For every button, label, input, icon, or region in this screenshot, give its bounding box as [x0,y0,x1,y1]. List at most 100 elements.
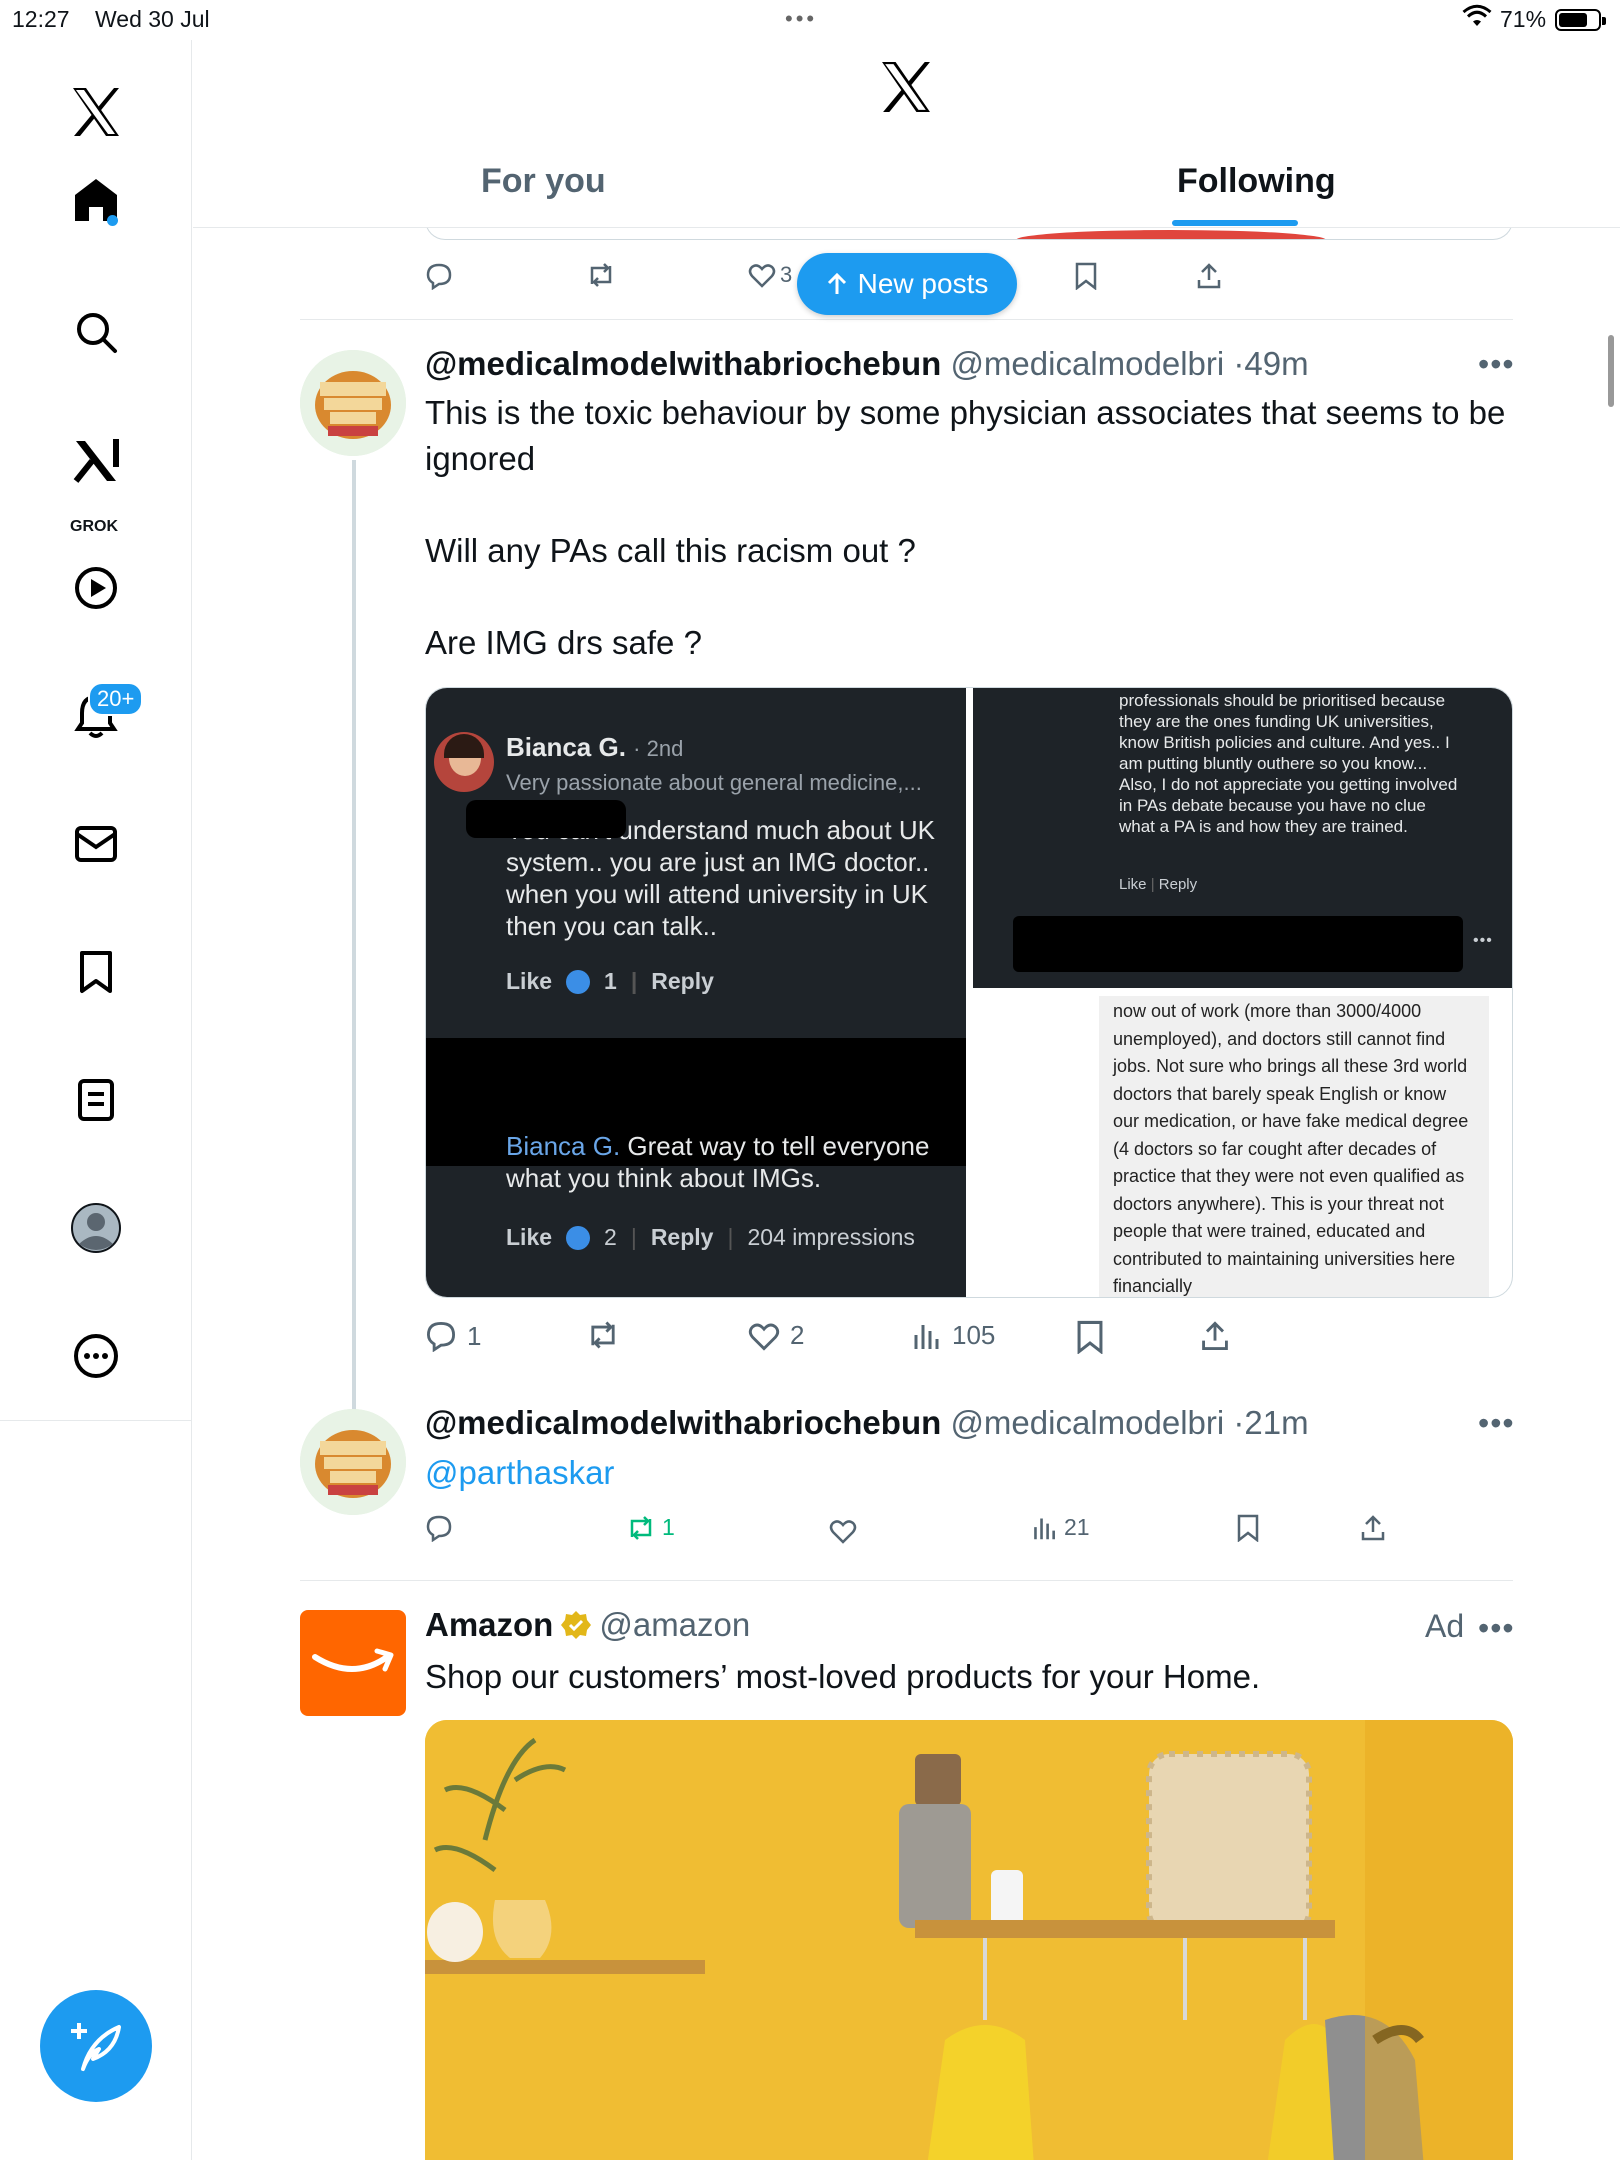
sidebar-item-more[interactable] [54,1314,138,1398]
reply-icon [426,1515,452,1542]
reply-button[interactable]: 1 [425,1320,481,1352]
sidebar: GROK 20+ [0,40,192,2160]
repost-count: 1 [662,1514,675,1540]
amazon-logo-avatar[interactable] [300,1610,406,1716]
post-text-line: Are IMG drs safe ? [425,624,702,661]
like-button[interactable] [829,1518,857,1544]
prev-post-reply-button[interactable] [425,262,453,290]
comment-reply-label: Reply [651,968,714,994]
comment-like-label: Like [506,1224,553,1250]
play-circle-icon [75,567,117,609]
tab-following[interactable]: Following [1177,162,1336,201]
share-button[interactable] [1200,1320,1230,1352]
compose-button[interactable] [40,1990,152,2102]
post-mention-link[interactable]: @parthaskar [425,1450,614,1496]
post-media-grid[interactable]: Bianca G. · 2nd Very passionate about ge… [425,687,1513,1298]
sidebar-item-search[interactable] [54,290,138,374]
bookmark-button[interactable] [1075,1320,1105,1354]
screenshot-comment-text: now out of work (more than 3000/4000 une… [1113,1001,1469,1296]
post-header: @medicalmodelwithabriochebun @medicalmod… [425,345,1309,382]
prev-post-repost-button[interactable] [586,262,616,288]
screenshot-like-label: Like [1119,876,1147,893]
redaction-block [466,800,626,838]
compose-feather-icon [71,2023,121,2071]
battery-percent: 71% [1500,6,1547,32]
home-unread-dot [107,215,118,226]
header-x-logo-icon[interactable] [879,62,933,117]
ad-text: Shop our customers’ most-loved products … [425,1658,1261,1695]
bookmark-button[interactable] [1236,1514,1260,1542]
repost-button[interactable]: 1 [626,1514,675,1541]
multitasking-dots-icon[interactable]: ••• [785,6,817,32]
bookmark-icon [80,951,112,993]
gmc-logo-avatar-image [300,1409,406,1515]
commenter-headline: Very passionate about general medicine,.… [506,770,922,795]
bookmark-icon [1075,262,1097,290]
post-avatar[interactable] [300,350,406,456]
post-more-button[interactable]: ••• [1478,1405,1515,1442]
views-chart-icon [914,1324,939,1349]
post-text-line: Will any PAs call this racism out ? [425,532,916,569]
commenter-avatar [434,732,494,792]
share-icon [1197,263,1221,289]
views-button[interactable]: 21 [1032,1514,1090,1541]
sidebar-x-logo[interactable] [54,70,138,154]
media-screenshot-right-top[interactable]: professionals should be prioritised beca… [973,688,1512,988]
sidebar-item-bookmarks[interactable] [54,930,138,1014]
media-screenshot-left[interactable]: Bianca G. · 2nd Very passionate about ge… [426,688,966,1297]
ad-author-name[interactable]: Amazon [425,1606,553,1644]
new-posts-label: New posts [857,268,989,299]
gmc-logo-avatar-image [300,350,406,456]
post-author-handle[interactable]: @medicalmodelbri [950,1404,1224,1441]
repost-button[interactable] [586,1320,620,1350]
post-time[interactable]: 21m [1244,1404,1308,1441]
like-button[interactable]: 2 [748,1320,804,1351]
sidebar-item-messages[interactable] [54,802,138,886]
ad-author-handle[interactable]: @amazon [599,1606,750,1644]
status-bar: 12:27 Wed 30 Jul ••• 71% [0,0,1620,40]
views-chart-icon [1034,1517,1055,1539]
post-author-name[interactable]: @medicalmodelwithabriochebun [425,1404,941,1441]
reply-icon [426,263,452,290]
new-posts-button[interactable]: New posts [797,253,1017,315]
comment-impressions: 204 impressions [747,1224,915,1250]
tab-active-indicator [1172,220,1298,226]
sidebar-item-video[interactable] [54,546,138,630]
share-button[interactable] [1360,1514,1386,1542]
post-author-name[interactable]: @medicalmodelwithabriochebun [425,345,941,382]
notifications-badge: 20+ [88,682,144,716]
status-time: 12:27 [12,6,70,32]
verified-gold-badge-icon [561,1611,592,1639]
screenshot-more-icon: ••• [1473,932,1493,949]
heart-icon [829,1520,857,1544]
sidebar-item-profile[interactable] [54,1186,138,1270]
sidebar-item-grok[interactable] [54,418,138,502]
commenter-line: Bianca G. · 2nd [506,732,683,763]
reply-button[interactable] [425,1514,453,1542]
like-count: 2 [790,1320,805,1350]
post-more-button[interactable]: ••• [1478,346,1515,383]
amazon-smile-icon [312,1648,394,1672]
prev-post-bookmark-button[interactable] [1074,262,1098,290]
comment-actions-2: Like 2 | Reply | 204 impressions [506,1224,915,1250]
scrollbar[interactable] [1608,335,1614,407]
post-avatar[interactable] [300,1409,406,1515]
x-logo-icon [73,88,119,136]
share-icon [1361,1515,1385,1541]
post-time[interactable]: 49m [1244,345,1308,382]
views-count: 21 [1064,1514,1090,1540]
tab-for-you[interactable]: For you [481,162,606,201]
commenter-degree: · 2nd [633,736,684,761]
sidebar-item-home[interactable] [54,158,138,242]
prev-post-share-button[interactable] [1196,262,1222,290]
ad-more-button[interactable]: ••• [1478,1610,1515,1647]
prev-post-like-button[interactable]: 3 [748,262,792,288]
post-author-handle[interactable]: @medicalmodelbri [950,345,1224,382]
ad-image[interactable] [425,1720,1513,2160]
post-divider [300,1580,1513,1581]
search-icon [77,313,117,353]
heart-icon [748,264,776,288]
views-button[interactable]: 105 [912,1320,995,1351]
sidebar-item-lists[interactable] [54,1058,138,1142]
media-screenshot-right-bottom[interactable]: now out of work (more than 3000/4000 une… [1099,996,1489,1297]
